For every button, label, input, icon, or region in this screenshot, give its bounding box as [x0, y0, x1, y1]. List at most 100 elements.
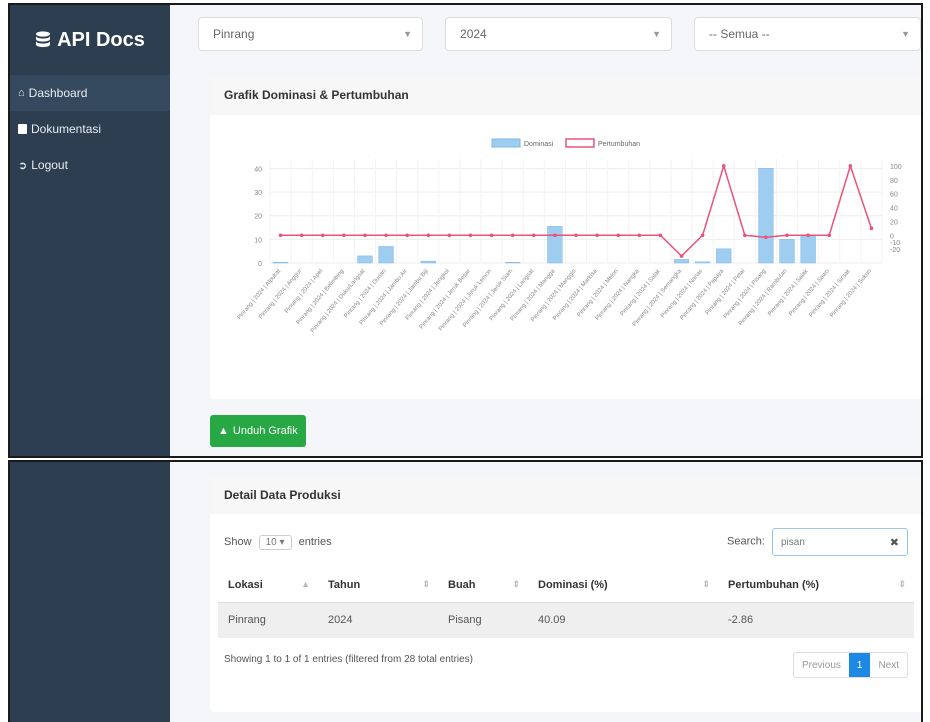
y-right-tick-label: 100 — [890, 164, 902, 171]
point-pertumbuhan — [342, 233, 346, 238]
location-select-value: Pinrang — [213, 27, 255, 41]
legend-label-pertumbuhan: Pertumbuhan — [598, 141, 640, 148]
y-left-tick-label: 40 — [254, 166, 262, 173]
sidebar-item-logout[interactable]: ➲ Logout — [10, 147, 170, 183]
y-right-tick-label: 20 — [890, 219, 898, 226]
brand-label: API Docs — [57, 28, 145, 51]
sidebar-item-label: Dashboard — [28, 86, 88, 100]
point-pertumbuhan — [869, 226, 874, 231]
entries-length-control: Show 10 ▾ entries — [224, 534, 332, 550]
point-pertumbuhan — [848, 164, 853, 168]
point-pertumbuhan — [637, 233, 642, 238]
x-tick-label: Pinrang | 2024 | Sirsak — [808, 268, 852, 319]
entries-select-value: 10 — [265, 536, 277, 548]
search-input[interactable]: pisan ✖ — [772, 528, 908, 556]
point-pertumbuhan — [531, 233, 536, 238]
brand[interactable]: API Docs — [10, 5, 170, 75]
previous-page-button[interactable]: Previous — [794, 653, 849, 677]
detail-card-title: Detail Data Produksi — [210, 476, 921, 514]
fruit-select[interactable]: -- Semua -- ▼ — [694, 17, 921, 51]
cell-pertumbuhan: -2.86 — [718, 602, 914, 638]
x-tick-label: Pinrang | 2024 | Petai — [705, 268, 747, 316]
x-tick-label: Pinrang | 2024 | Salak — [767, 268, 810, 318]
main-content: Detail Data Produksi Show 10 ▾ entries S… — [170, 462, 921, 722]
bar-dominasi — [505, 262, 521, 264]
y-left-tick-label: 30 — [254, 190, 262, 197]
point-pertumbuhan — [299, 233, 304, 238]
bar-dominasi — [673, 259, 690, 264]
chevron-down-icon: ▼ — [652, 29, 661, 39]
y-right-tick-label: 80 — [890, 178, 898, 185]
dominance-growth-chart: Dominasi Pertumbuhan010203040-20-10020406… — [237, 138, 902, 334]
next-page-button[interactable]: Next — [870, 653, 907, 677]
point-pertumbuhan — [785, 233, 789, 238]
year-select[interactable]: 2024 ▼ — [445, 17, 672, 51]
table-row[interactable]: Pinrang 2024 Pisang 40.09 -2.86 — [218, 602, 914, 638]
download-chart-button[interactable]: ▲ Unduh Grafik — [210, 415, 306, 447]
bar-dominasi — [716, 248, 732, 264]
y-right-tick-label: 40 — [890, 206, 898, 213]
filter-bar: Pinrang ▼ 2024 ▼ -- Semua -- ▼ — [198, 17, 921, 51]
point-pertumbuhan — [384, 233, 388, 238]
x-tick-label: Pinrang | 2024 | Sukun — [829, 268, 873, 318]
point-pertumbuhan — [721, 164, 726, 168]
production-table: Lokasi ▲ Tahun ⇕ Buah ⇕ Dominasi (%) ⇕ Pertu… — [218, 568, 914, 638]
y-left-tick-label: 0 — [258, 261, 262, 268]
point-pertumbuhan — [574, 233, 578, 238]
entries-select[interactable]: 10 ▾ — [258, 534, 292, 550]
column-header-buah[interactable]: Buah ⇕ — [438, 568, 528, 603]
point-pertumbuhan — [447, 233, 452, 238]
year-select-value: 2024 — [460, 27, 487, 41]
entries-label: entries — [298, 535, 332, 548]
sort-icon: ⇕ — [512, 578, 520, 589]
point-pertumbuhan — [426, 233, 431, 238]
bar-dominasi — [800, 235, 816, 264]
chevron-down-icon: ▼ — [901, 29, 910, 39]
legend-swatch-dominasi — [491, 138, 521, 148]
column-header-tahun[interactable]: Tahun ⇕ — [318, 568, 438, 603]
sort-icon: ⇕ — [422, 578, 430, 589]
page-1-button[interactable]: 1 — [848, 653, 871, 677]
search-control: Search: pisan ✖ — [727, 528, 908, 556]
legend-swatch-pertumbuhan — [565, 138, 595, 148]
clear-icon[interactable]: ✖ — [890, 536, 899, 549]
show-label: Show — [224, 535, 252, 548]
x-tick-label: Pinrang | 2024 | Melon — [576, 268, 619, 318]
x-tick-label: Pinrang | 2024 | Anggur — [258, 268, 303, 320]
sidebar-item-dashboard[interactable]: ⌂ Dashboard — [10, 75, 170, 111]
point-pertumbuhan — [489, 233, 494, 238]
bar-dominasi — [547, 226, 563, 264]
column-header-pertumbuhan[interactable]: Pertumbuhan (%) ⇕ — [718, 568, 914, 603]
chart-card: Grafik Dominasi & Pertumbuhan Dominasi Pe… — [210, 75, 921, 399]
cell-buah: Pisang — [438, 602, 528, 638]
sidebar-item-dokumentasi[interactable]: Dokumentasi — [10, 111, 170, 147]
point-pertumbuhan — [510, 233, 515, 238]
column-header-dominasi[interactable]: Dominasi (%) ⇕ — [528, 568, 718, 603]
search-label: Search: — [727, 535, 765, 548]
y-left-tick-label: 20 — [254, 214, 262, 221]
x-tick-label: Pinrang | 2024 | Nanas — [660, 268, 704, 319]
point-pertumbuhan — [363, 233, 367, 238]
sort-asc-icon: ▲ — [301, 578, 310, 589]
column-header-lokasi[interactable]: Lokasi ▲ — [218, 568, 318, 603]
book-icon — [18, 124, 27, 134]
y-right-tick-label: -10 — [890, 240, 900, 247]
point-pertumbuhan — [405, 233, 409, 238]
bar-dominasi — [420, 260, 436, 264]
table-controls: Show 10 ▾ entries Search: pisan ✖ — [210, 514, 921, 556]
detail-card: Detail Data Produksi Show 10 ▾ entries S… — [210, 476, 921, 712]
legend-label-dominasi: Dominasi — [524, 141, 554, 148]
point-pertumbuhan — [616, 233, 621, 238]
point-pertumbuhan — [320, 233, 325, 238]
pagination: Previous 1 Next — [792, 652, 908, 678]
sort-icon: ⇕ — [702, 578, 710, 589]
point-pertumbuhan — [827, 233, 832, 238]
point-pertumbuhan — [595, 233, 599, 238]
sidebar-item-label: Dokumentasi — [31, 122, 102, 136]
location-select[interactable]: Pinrang ▼ — [198, 17, 424, 51]
bar-dominasi — [378, 246, 394, 264]
y-right-tick-label: -20 — [890, 247, 900, 254]
fruit-select-value: -- Semua -- — [709, 27, 770, 41]
download-chart-label: Unduh Grafik — [232, 425, 298, 437]
sidebar: API Docs ⌂ Dashboard Dokumentasi ➲ Logou… — [10, 5, 170, 456]
